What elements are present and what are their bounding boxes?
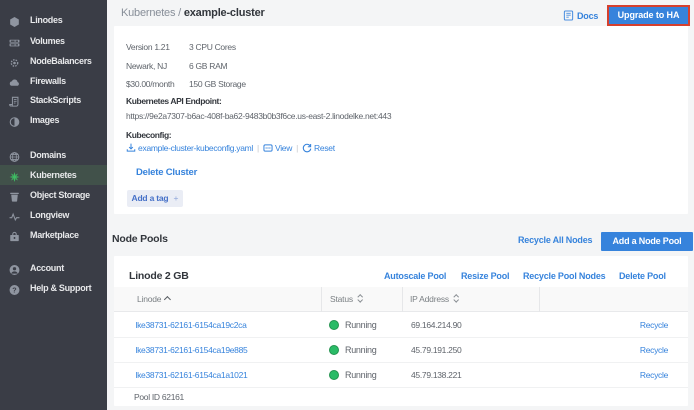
svg-text:?: ? xyxy=(12,286,16,295)
